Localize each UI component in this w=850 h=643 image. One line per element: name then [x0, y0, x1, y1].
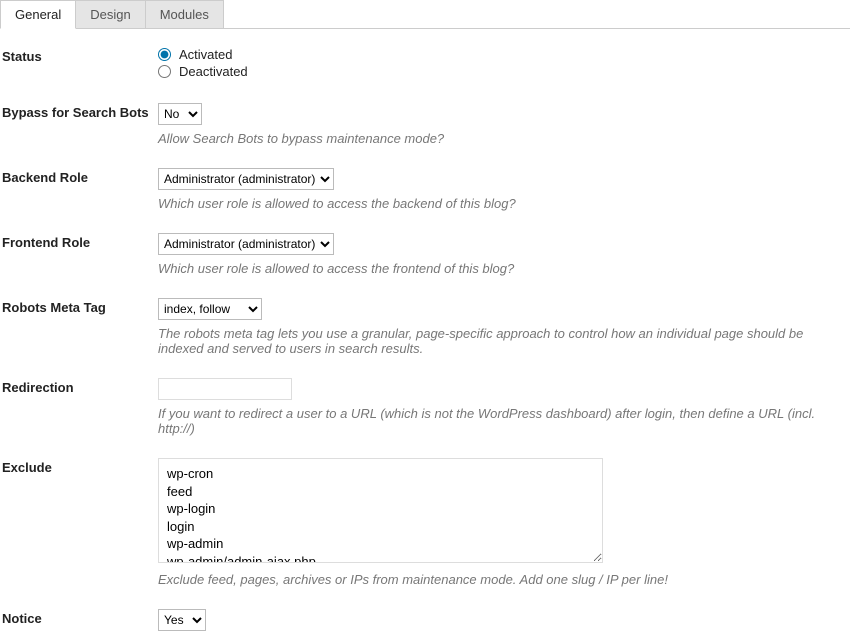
backend-role-select[interactable]: Administrator (administrator)	[158, 168, 334, 190]
redirection-label: Redirection	[2, 378, 158, 395]
redirection-input[interactable]	[158, 378, 292, 400]
status-activated-label: Activated	[179, 47, 232, 62]
tab-modules[interactable]: Modules	[145, 0, 224, 28]
status-deactivated-label: Deactivated	[179, 64, 248, 79]
status-radio-activated[interactable]	[158, 48, 171, 61]
robots-desc: The robots meta tag lets you use a granu…	[158, 326, 848, 356]
exclude-desc: Exclude feed, pages, archives or IPs fro…	[158, 572, 848, 587]
status-label: Status	[2, 47, 158, 64]
notice-select[interactable]: Yes	[158, 609, 206, 631]
frontend-role-select[interactable]: Administrator (administrator)	[158, 233, 334, 255]
status-radio-deactivated[interactable]	[158, 65, 171, 78]
tab-design[interactable]: Design	[75, 0, 145, 28]
bypass-select[interactable]: No	[158, 103, 202, 125]
robots-label: Robots Meta Tag	[2, 298, 158, 315]
tabs: General Design Modules	[0, 0, 850, 29]
robots-select[interactable]: index, follow	[158, 298, 262, 320]
frontend-role-label: Frontend Role	[2, 233, 158, 250]
exclude-label: Exclude	[2, 458, 158, 475]
tab-general[interactable]: General	[0, 0, 76, 29]
backend-role-label: Backend Role	[2, 168, 158, 185]
bypass-label: Bypass for Search Bots	[2, 103, 158, 120]
backend-role-desc: Which user role is allowed to access the…	[158, 196, 848, 211]
notice-label: Notice	[2, 609, 158, 626]
frontend-role-desc: Which user role is allowed to access the…	[158, 261, 848, 276]
exclude-textarea[interactable]	[158, 458, 603, 563]
redirection-desc: If you want to redirect a user to a URL …	[158, 406, 848, 436]
bypass-desc: Allow Search Bots to bypass maintenance …	[158, 131, 848, 146]
settings-form: Status Activated Deactivated Bypass for …	[0, 29, 850, 643]
